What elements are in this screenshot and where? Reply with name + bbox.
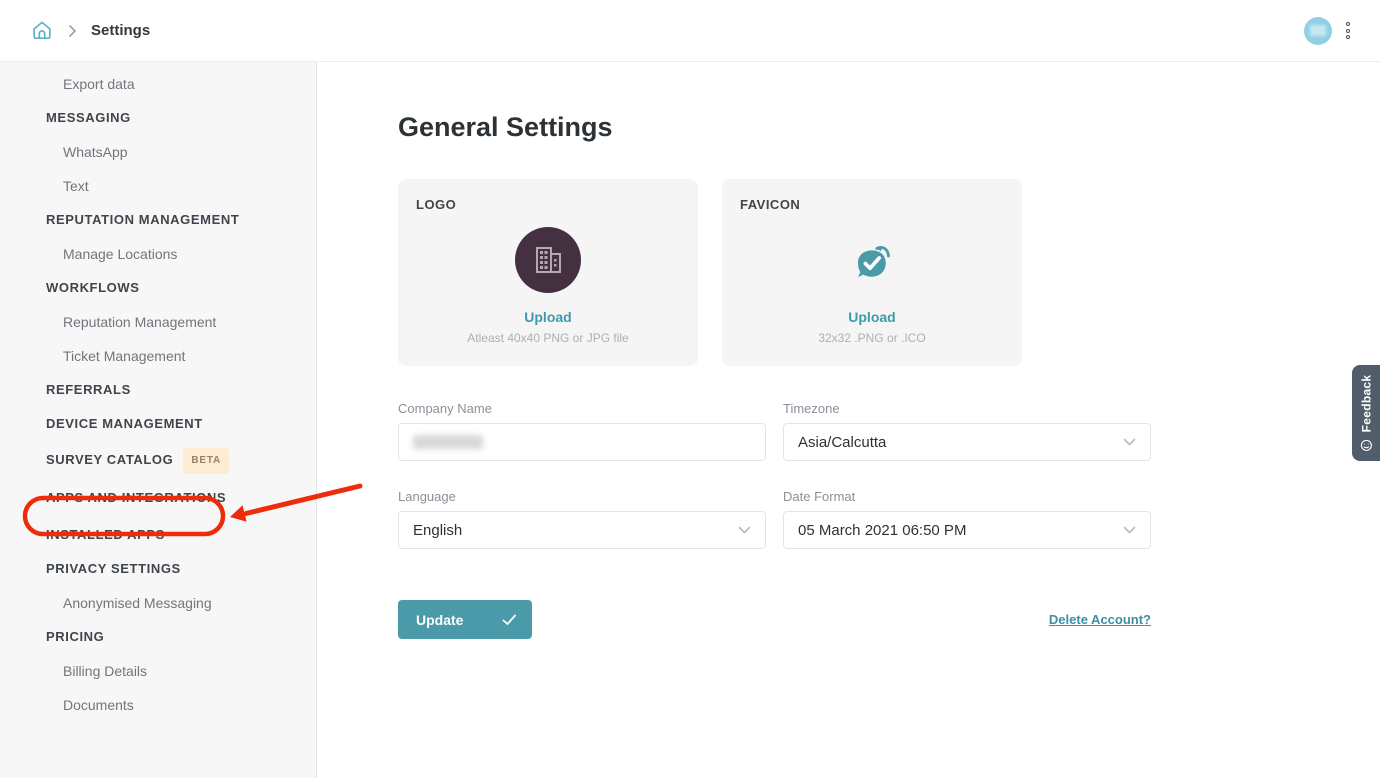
logo-preview[interactable] bbox=[515, 227, 581, 293]
sidebar-item-installed-apps[interactable]: INSTALLED APPS bbox=[46, 525, 316, 545]
company-name-input[interactable] bbox=[398, 423, 766, 461]
sidebar-item-ticket-management[interactable]: Ticket Management bbox=[46, 346, 316, 366]
sidebar-item-manage-locations[interactable]: Manage Locations bbox=[46, 244, 316, 264]
sidebar-item-text[interactable]: Text bbox=[46, 176, 316, 196]
check-icon bbox=[502, 614, 517, 626]
building-icon bbox=[529, 241, 567, 279]
sidebar-item-device-management[interactable]: DEVICE MANAGEMENT bbox=[46, 414, 316, 434]
breadcrumb-current: Settings bbox=[91, 22, 150, 39]
sidebar-item-pricing[interactable]: PRICING bbox=[46, 627, 316, 647]
smiley-icon bbox=[1360, 439, 1372, 451]
favicon-upload-hint: 32x32 .PNG or .ICO bbox=[740, 331, 1004, 345]
date-format-label: Date Format bbox=[783, 489, 1151, 504]
logo-upload-card: LOGO bbox=[398, 179, 698, 366]
favicon-upload-card: FAVICON Upload 32x32 .PNG or .ICO bbox=[722, 179, 1022, 366]
avatar-logo-blurred bbox=[1310, 25, 1326, 36]
chevron-right-icon bbox=[68, 24, 77, 38]
language-label: Language bbox=[398, 489, 766, 504]
company-name-redacted-value bbox=[413, 435, 483, 449]
date-format-field-group: Date Format 05 March 2021 06:50 PM bbox=[783, 489, 1151, 549]
sidebar-item-workflows[interactable]: WORKFLOWS bbox=[46, 278, 316, 298]
top-bar: Settings bbox=[0, 0, 1380, 62]
feedback-tab[interactable]: Feedback bbox=[1352, 365, 1380, 461]
sidebar-item-messaging[interactable]: MESSAGING bbox=[46, 108, 316, 128]
chevron-down-icon bbox=[1123, 526, 1136, 534]
favicon-upload-button[interactable]: Upload bbox=[740, 309, 1004, 325]
sidebar-item-whatsapp[interactable]: WhatsApp bbox=[46, 142, 316, 162]
avatar[interactable] bbox=[1304, 17, 1332, 45]
timezone-value: Asia/Calcutta bbox=[798, 434, 886, 451]
main-content: General Settings LOGO bbox=[317, 62, 1380, 778]
sidebar-item-export-data[interactable]: Export data bbox=[46, 74, 316, 94]
favicon-card-label: FAVICON bbox=[740, 197, 1004, 212]
general-settings-form: Company Name Timezone Asia/Calcutta bbox=[398, 401, 1151, 549]
language-value: English bbox=[413, 522, 462, 539]
page-title: General Settings bbox=[398, 110, 1151, 144]
sidebar-item-reputation-management[interactable]: REPUTATION MANAGEMENT bbox=[46, 210, 316, 230]
sidebar-item-documents[interactable]: Documents bbox=[46, 695, 316, 715]
sidebar-item-anonymised-messaging[interactable]: Anonymised Messaging bbox=[46, 593, 316, 613]
sidebar-item-survey-catalog[interactable]: SURVEY CATALOG BETA bbox=[46, 448, 316, 474]
chevron-down-icon bbox=[1123, 438, 1136, 446]
language-select[interactable]: English bbox=[398, 511, 766, 549]
home-icon[interactable] bbox=[30, 19, 54, 43]
timezone-select[interactable]: Asia/Calcutta bbox=[783, 423, 1151, 461]
sidebar-item-referrals[interactable]: REFERRALS bbox=[46, 380, 316, 400]
logo-upload-button[interactable]: Upload bbox=[416, 309, 680, 325]
company-name-field-group: Company Name bbox=[398, 401, 766, 461]
kebab-menu-icon[interactable] bbox=[1344, 19, 1352, 43]
sidebar-item-privacy-settings[interactable]: PRIVACY SETTINGS bbox=[46, 559, 316, 579]
logo-card-label: LOGO bbox=[416, 197, 680, 212]
timezone-field-group: Timezone Asia/Calcutta bbox=[783, 401, 1151, 461]
sidebar-item-billing-details[interactable]: Billing Details bbox=[46, 661, 316, 681]
timezone-label: Timezone bbox=[783, 401, 1151, 416]
bird-logo-icon[interactable] bbox=[849, 241, 895, 285]
language-field-group: Language English bbox=[398, 489, 766, 549]
sidebar-item-reputation-management-workflow[interactable]: Reputation Management bbox=[46, 312, 316, 332]
beta-badge: BETA bbox=[183, 448, 229, 474]
chevron-down-icon bbox=[738, 526, 751, 534]
date-format-select[interactable]: 05 March 2021 06:50 PM bbox=[783, 511, 1151, 549]
feedback-tab-label: Feedback bbox=[1359, 375, 1373, 433]
delete-account-link[interactable]: Delete Account? bbox=[1049, 612, 1151, 627]
sidebar-item-survey-catalog-label: SURVEY CATALOG bbox=[46, 452, 173, 467]
sidebar-item-apps-and-integrations[interactable]: APPS AND INTEGRATIONS bbox=[46, 488, 316, 508]
update-button-label: Update bbox=[416, 612, 463, 628]
settings-sidebar: Export data MESSAGING WhatsApp Text REPU… bbox=[0, 62, 317, 778]
breadcrumb: Settings bbox=[30, 19, 150, 43]
date-format-value: 05 March 2021 06:50 PM bbox=[798, 522, 966, 539]
update-button[interactable]: Update bbox=[398, 600, 532, 639]
company-name-label: Company Name bbox=[398, 401, 766, 416]
logo-upload-hint: Atleast 40x40 PNG or JPG file bbox=[416, 331, 680, 345]
